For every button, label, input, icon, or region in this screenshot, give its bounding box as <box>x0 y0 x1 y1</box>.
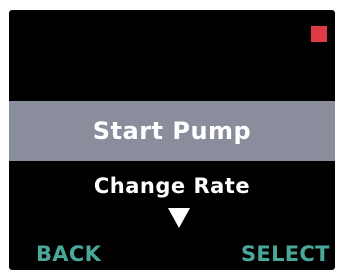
menu-item-selected[interactable]: Start Pump <box>9 101 335 161</box>
menu-item-next[interactable]: Change Rate <box>9 172 335 200</box>
select-button[interactable]: SELECT <box>241 241 330 267</box>
down-triangle-icon[interactable] <box>168 208 190 228</box>
device-screen: Start Pump Change Rate BACK SELECT <box>9 10 335 270</box>
status-indicator-icon <box>311 26 327 42</box>
back-button[interactable]: BACK <box>36 241 101 267</box>
menu-item-label: Change Rate <box>93 174 251 198</box>
menu-item-label: Start Pump <box>92 117 252 145</box>
